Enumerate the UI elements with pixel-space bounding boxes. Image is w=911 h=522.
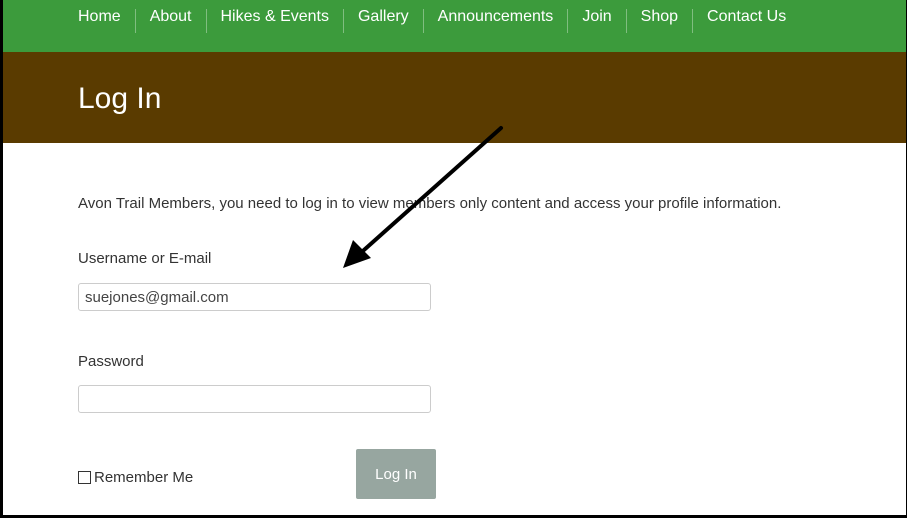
nav-item-shop[interactable]: Shop [627, 9, 694, 33]
password-label: Password [78, 353, 144, 370]
nav-item-home[interactable]: Home [3, 9, 136, 33]
page-title: Log In [78, 82, 162, 115]
nav-item-hikes-events[interactable]: Hikes & Events [207, 9, 344, 33]
top-navigation: Home About Hikes & Events Gallery Announ… [3, 0, 906, 52]
page-frame: Home About Hikes & Events Gallery Announ… [0, 0, 907, 518]
remember-me-label: Remember Me [94, 469, 194, 486]
page-header-banner: Log In [3, 52, 906, 143]
username-label: Username or E-mail [78, 250, 212, 267]
nav-item-join[interactable]: Join [568, 9, 627, 33]
username-input[interactable] [78, 283, 431, 311]
remember-me-option[interactable]: Remember Me [78, 469, 193, 486]
remember-me-checkbox[interactable] [78, 471, 91, 484]
nav-item-gallery[interactable]: Gallery [344, 9, 424, 33]
nav-item-about[interactable]: About [136, 9, 207, 33]
login-button[interactable]: Log In [356, 449, 436, 499]
password-input[interactable] [78, 385, 431, 413]
login-intro-text: Avon Trail Members, you need to log in t… [78, 195, 782, 212]
nav-item-contact-us[interactable]: Contact Us [693, 9, 800, 33]
nav-item-announcements[interactable]: Announcements [424, 9, 569, 33]
